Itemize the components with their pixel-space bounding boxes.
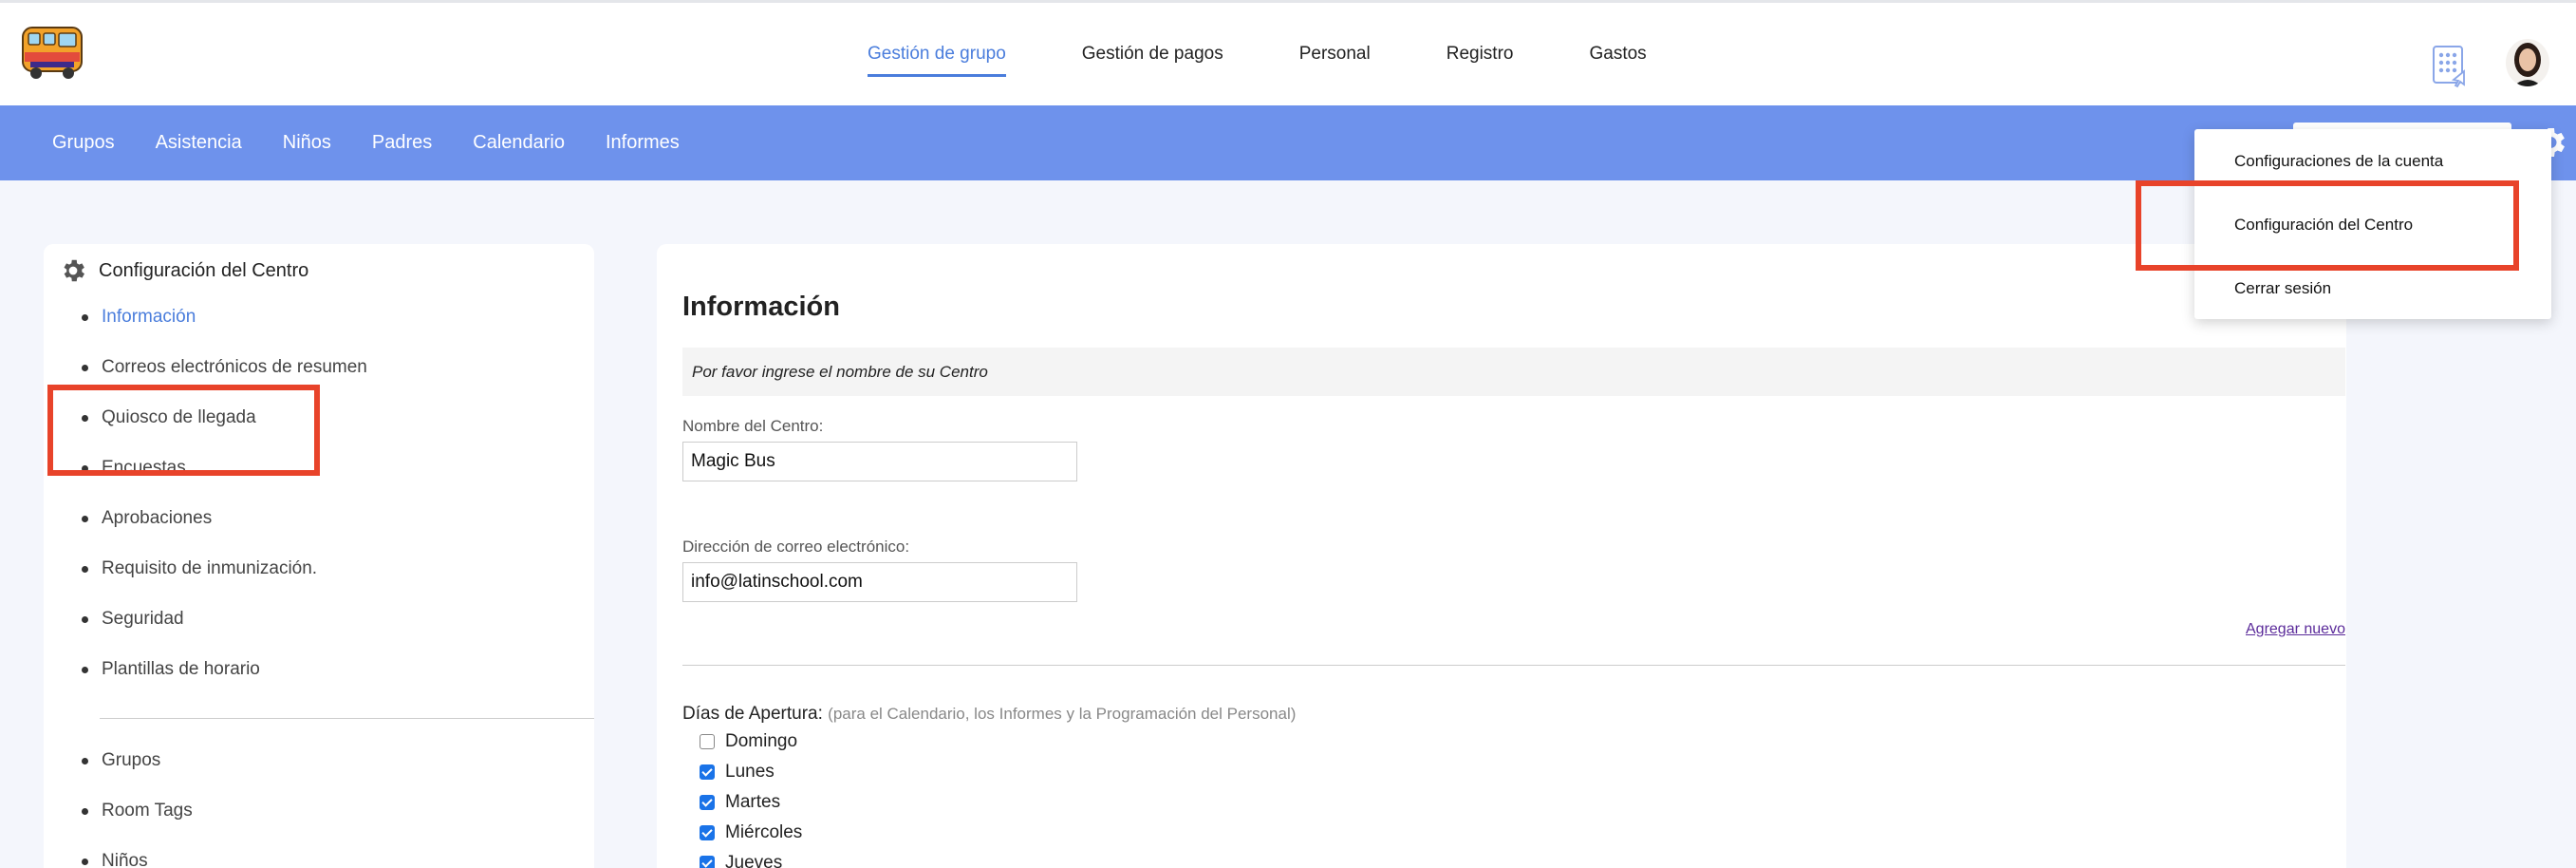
subnav-groups[interactable]: Grupos — [52, 132, 115, 154]
subnav-children[interactable]: Niños — [283, 132, 331, 154]
main-divider — [682, 665, 2345, 666]
highlight-box-kiosk — [47, 385, 320, 476]
email-input[interactable]: info@latinschool.com — [682, 562, 1077, 602]
subnav-parents[interactable]: Padres — [372, 132, 432, 154]
subnav-calendar[interactable]: Calendario — [473, 132, 565, 154]
topnav-group-management[interactable]: Gestión de grupo — [868, 43, 1006, 77]
sidebar-item-children[interactable]: Niños — [59, 851, 148, 868]
sidebar-item-groups[interactable]: Grupos — [59, 750, 160, 771]
sidebar-item-summary-emails[interactable]: Correos electrónicos de resumen — [59, 357, 367, 378]
sidebar-item-schedule-templates[interactable]: Plantillas de horario — [59, 659, 260, 680]
menu-item-logout[interactable]: Cerrar sesión — [2234, 279, 2331, 298]
day-checkbox-tuesday[interactable]: Martes — [700, 792, 780, 813]
info-notice: Por favor ingrese el nombre de su Centro — [682, 348, 2345, 396]
menu-item-account-settings[interactable]: Configuraciones de la cuenta — [2234, 152, 2443, 171]
sidebar-item-room-tags[interactable]: Room Tags — [59, 801, 193, 821]
day-checkbox-monday[interactable]: Lunes — [700, 762, 775, 783]
opening-days-hint: (para el Calendario, los Informes y la P… — [828, 705, 1297, 723]
day-checkbox-sunday[interactable]: Domingo — [700, 731, 797, 752]
topnav-expenses[interactable]: Gastos — [1589, 43, 1646, 66]
sidebar-divider — [100, 718, 594, 719]
sidebar-item-information[interactable]: Información — [59, 307, 196, 328]
subnav-reports[interactable]: Informes — [606, 132, 680, 154]
day-checkbox-wednesday[interactable]: Miércoles — [700, 822, 802, 843]
settings-sidebar: Configuración del Centro Información Cor… — [44, 244, 594, 868]
sidebar-title: Configuración del Centro — [99, 259, 309, 281]
center-name-label: Nombre del Centro: — [682, 417, 824, 435]
main-content: Información Por favor ingrese el nombre … — [657, 244, 2346, 868]
subnav-attendance[interactable]: Asistencia — [156, 132, 242, 154]
gear-icon — [64, 259, 84, 282]
topnav-payments[interactable]: Gestión de pagos — [1082, 43, 1223, 66]
sidebar-item-security[interactable]: Seguridad — [59, 609, 184, 630]
user-avatar[interactable] — [2506, 39, 2549, 86]
highlight-box-center-settings — [2136, 180, 2519, 271]
sidebar-item-immunization[interactable]: Requisito de inmunización. — [59, 558, 317, 579]
opening-days-label: Días de Apertura: (para el Calendario, l… — [682, 704, 1297, 724]
top-bar: Gestión de grupo Gestión de pagos Person… — [0, 3, 2576, 105]
top-navigation: Gestión de grupo Gestión de pagos Person… — [868, 3, 1723, 105]
add-new-link[interactable]: Agregar nuevo — [2246, 621, 2345, 638]
center-name-input[interactable]: Magic Bus — [682, 442, 1077, 481]
sidebar-header: Configuración del Centro — [59, 256, 308, 285]
sidebar-item-approvals[interactable]: Aprobaciones — [59, 508, 212, 529]
page-title: Información — [682, 292, 840, 322]
topnav-staff[interactable]: Personal — [1299, 43, 1371, 66]
magic-bus-logo-icon[interactable] — [21, 24, 84, 83]
topnav-register[interactable]: Registro — [1447, 43, 1514, 66]
sub-navigation: Grupos Asistencia Niños Padres Calendari… — [0, 105, 2576, 180]
day-checkbox-thursday[interactable]: Jueves — [700, 853, 782, 868]
email-label: Dirección de correo electrónico: — [682, 538, 910, 556]
kiosk-keypad-icon[interactable] — [2432, 45, 2473, 92]
